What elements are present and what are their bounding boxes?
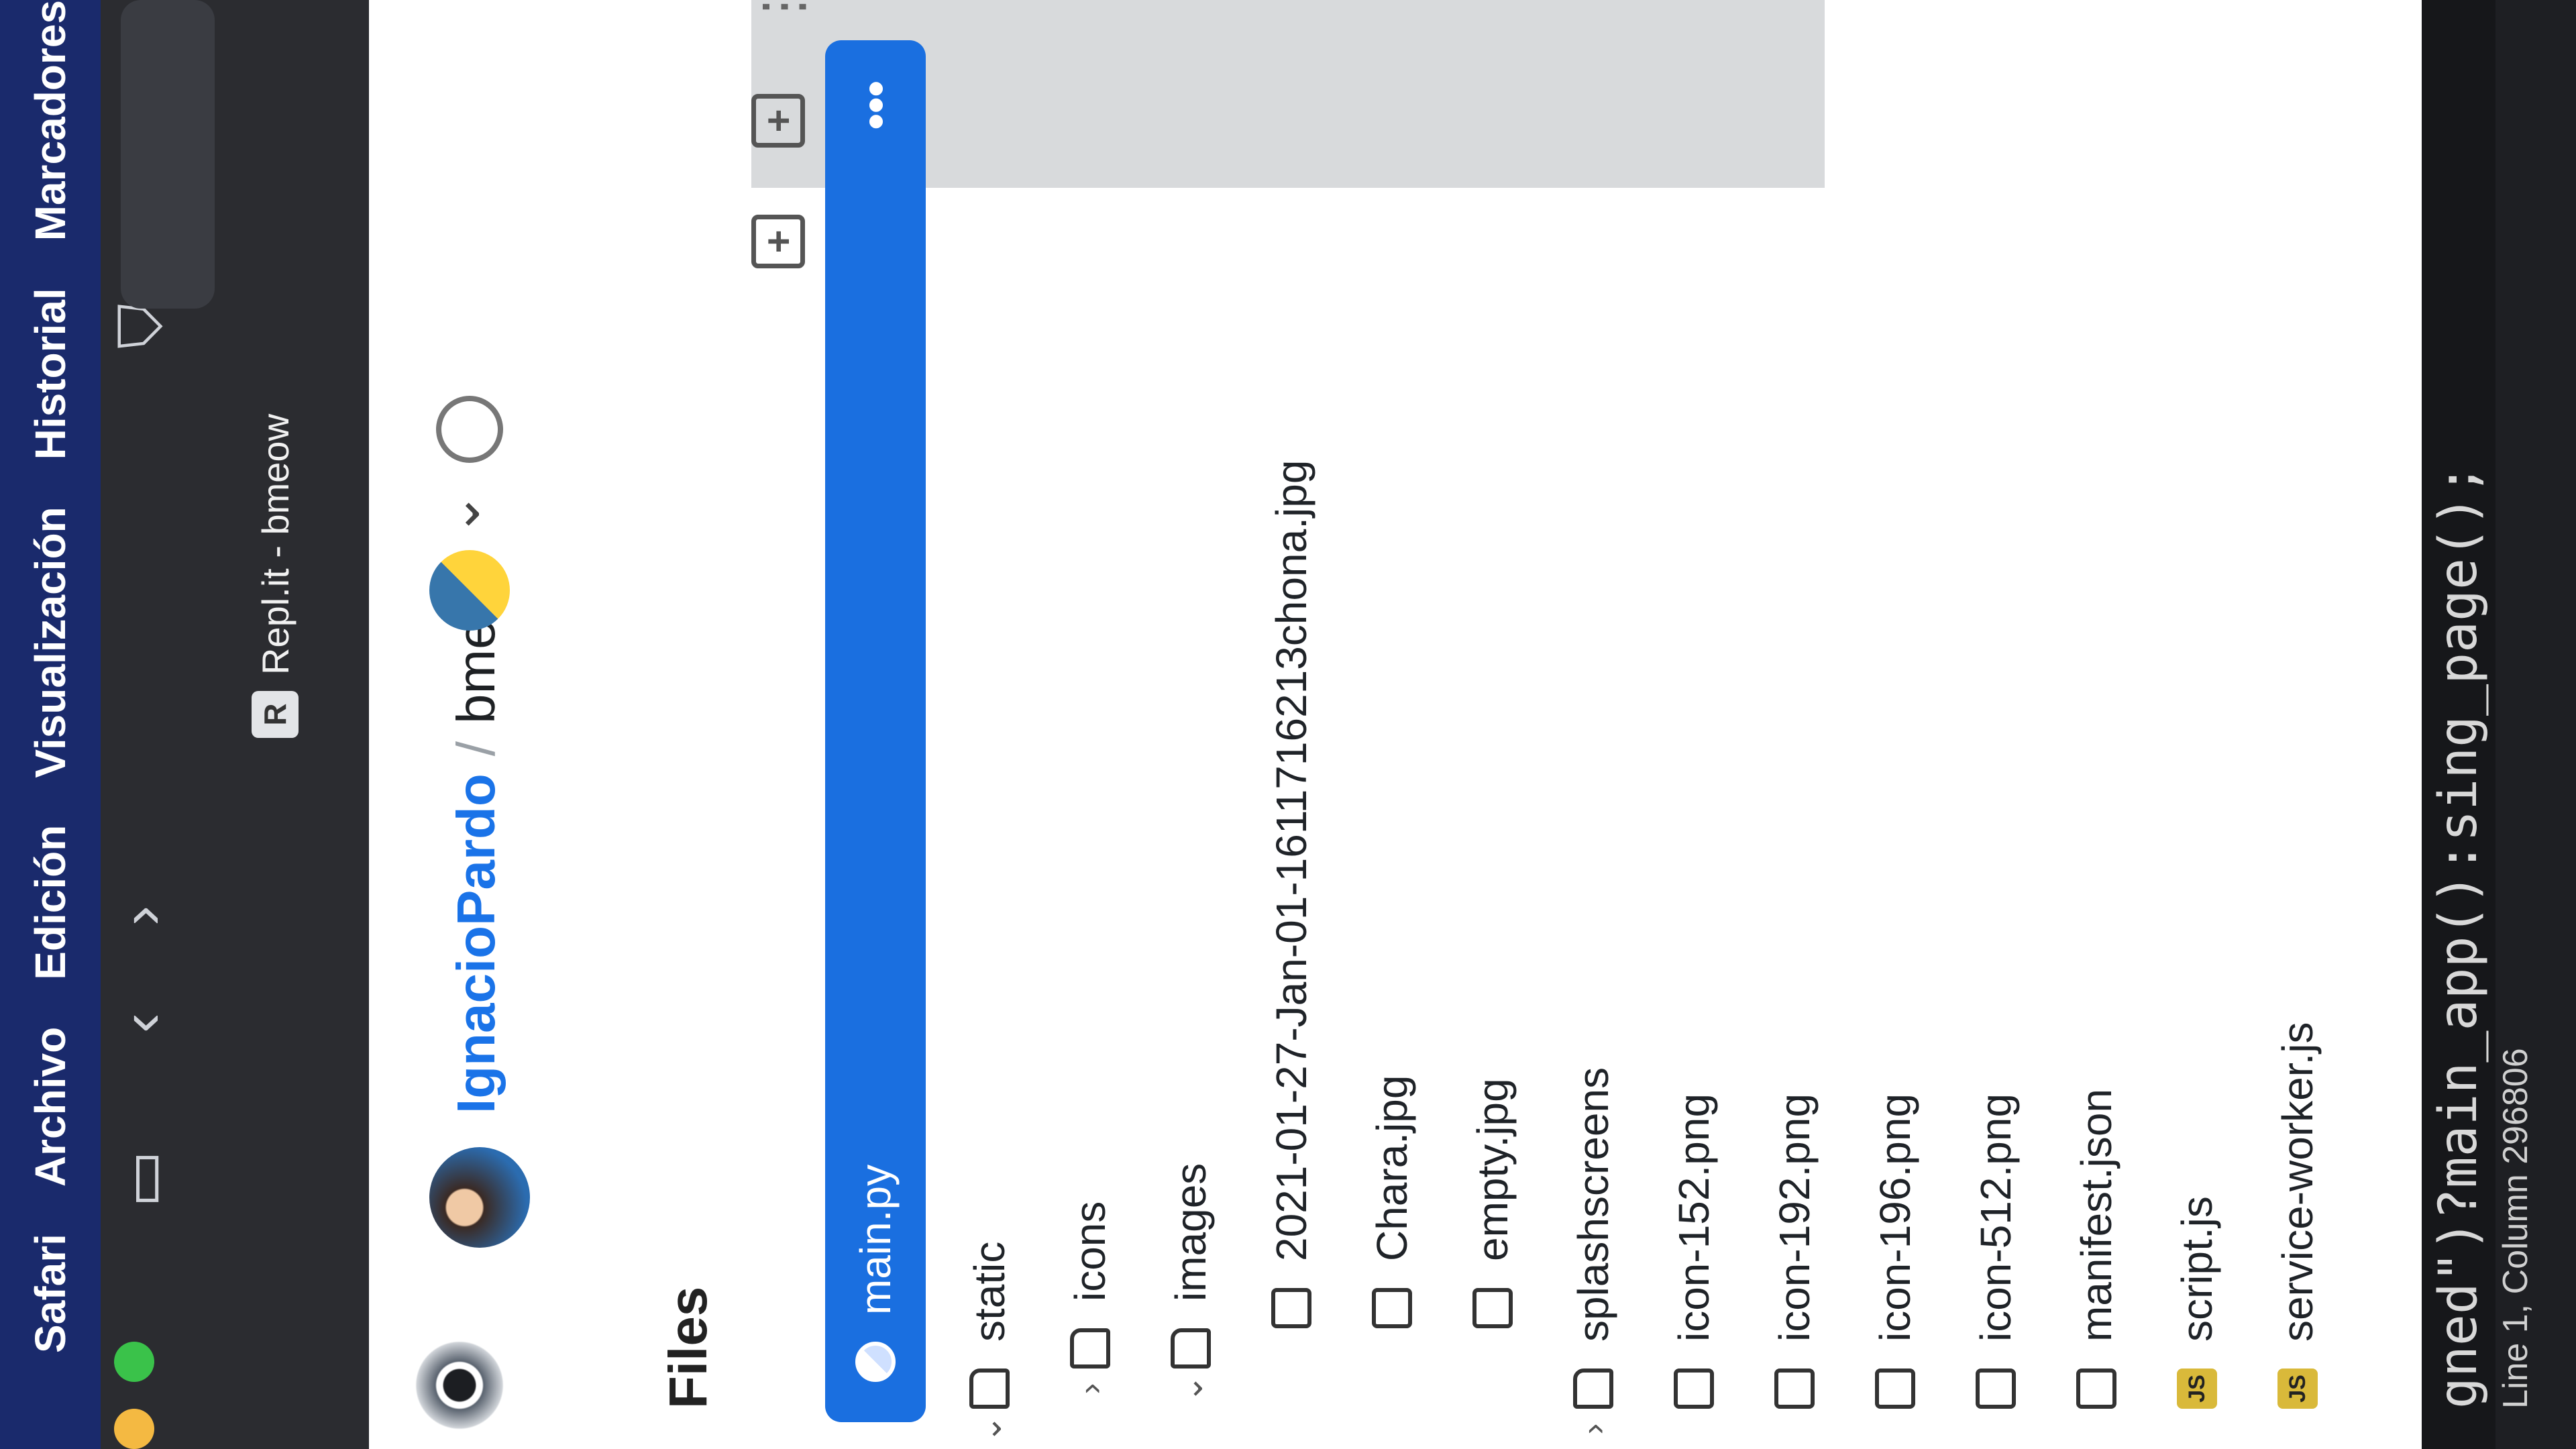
minimize-window-button[interactable] [114,1409,154,1449]
file-item[interactable]: Chara.jpg [1342,0,1442,1449]
chevron-right-icon[interactable]: › [1071,1368,1110,1409]
add-file-icon[interactable]: + [751,215,805,268]
folder-icon [1070,1328,1110,1368]
menu-marcadores[interactable]: Marcadores [25,0,75,241]
python-language-icon [429,550,510,631]
add-folder-icon[interactable]: + [751,94,805,148]
file-item[interactable]: icon-192.png [1744,0,1845,1449]
zoom-window-button[interactable] [114,1342,154,1382]
browser-tab[interactable]: R Repl.it - bmeow [241,414,309,738]
menu-app-safari[interactable]: Safari [25,1234,75,1353]
back-icon[interactable]: ‹ [107,1013,176,1033]
breadcrumb: IgnacioPardo / bmeow [436,551,517,1114]
folder-item-icons[interactable]: › icons [1040,0,1140,1449]
folder-item-images[interactable]: ⌄ images [1140,0,1241,1449]
replit-logo-icon[interactable] [409,1335,510,1436]
chevron-down-icon[interactable]: ⌄ [1171,1368,1210,1409]
file-name: static [965,1241,1014,1342]
file-item[interactable]: icon-512.png [1945,0,2046,1449]
file-item[interactable]: icon-196.png [1845,0,1945,1449]
code-line[interactable]: gned")?main_app():sing_page(); [2422,0,2496,1449]
folder-icon [1573,1368,1613,1409]
chevron-down-icon[interactable]: ⌄ [429,492,492,537]
file-item[interactable]: 2021-01-27-Jan-01-1611716213chona.jpg [1241,0,1342,1449]
cursor-position-status: Line 1, Column 296806 [2496,1048,2535,1409]
breadcrumb-user-link[interactable]: IgnacioPardo [445,773,507,1114]
chevron-down-icon[interactable]: ⌄ [970,1409,1009,1449]
breadcrumb-separator: / [446,741,506,757]
more-options-icon[interactable]: ⋮ [751,0,814,34]
file-item[interactable]: empty.jpg [1442,0,1543,1449]
file-icon [1674,1368,1714,1409]
forward-icon[interactable]: › [107,906,176,926]
file-icon [1875,1368,1915,1409]
history-icon[interactable] [436,396,503,463]
file-name: service-worker.js [2273,1022,2322,1342]
file-item[interactable]: icon-152.png [1644,0,1744,1449]
file-item[interactable]: JS service-worker.js [2247,0,2348,1449]
file-icon [2076,1368,2116,1409]
file-name: icon-192.png [1770,1093,1819,1342]
menu-historial[interactable]: Historial [25,288,75,460]
file-name: icon-196.png [1871,1093,1919,1342]
folder-item-splashscreens[interactable]: › splashscreens [1543,0,1644,1449]
file-name: main.py [851,1164,900,1315]
file-item[interactable]: manifest.json [2046,0,2147,1449]
menu-archivo[interactable]: Archivo [25,1027,75,1187]
folder-icon [969,1368,1010,1409]
file-name: script.js [2173,1196,2221,1342]
javascript-file-icon: JS [2177,1368,2217,1409]
shield-icon[interactable]: ⛉ [107,304,177,350]
file-name: icon-512.png [1972,1093,2020,1342]
files-panel-title: Files [658,1286,718,1409]
file-name: images [1167,1163,1215,1301]
file-name: splashscreens [1569,1067,1617,1342]
chevron-right-icon[interactable]: › [1574,1409,1613,1449]
file-item-main-py[interactable]: main.py ••• [825,40,926,1422]
file-name: 2021-01-27-Jan-01-1611716213chona.jpg [1267,460,1316,1261]
menu-visualizacion[interactable]: Visualización [25,506,75,777]
file-icon [1774,1368,1815,1409]
file-item[interactable]: JS script.js [2147,0,2247,1449]
tab-title: Repl.it - bmeow [254,413,297,675]
file-icon [1271,1288,1311,1328]
more-options-icon[interactable]: ••• [849,80,902,130]
menu-edicion[interactable]: Edición [25,825,75,980]
avatar[interactable] [429,1147,530,1248]
python-file-icon [855,1342,896,1382]
file-name: Chara.jpg [1368,1075,1416,1262]
replit-favicon-icon: R [252,691,299,738]
file-icon [1976,1368,2016,1409]
folder-item-static[interactable]: ⌄ static [939,0,1040,1449]
macos-menubar: Safari Archivo Edición Visualización His… [0,0,101,1449]
file-name: icons [1066,1201,1114,1301]
address-bar[interactable] [121,0,215,309]
file-name: manifest.json [2072,1088,2121,1342]
file-icon [1472,1288,1513,1328]
file-name: empty.jpg [1468,1078,1517,1261]
folder-icon [1171,1328,1211,1368]
file-name: icon-152.png [1670,1093,1718,1342]
javascript-file-icon: JS [2277,1368,2318,1409]
file-icon [1372,1288,1412,1328]
sidebar-toggle-icon[interactable]: ▭ [107,1150,178,1208]
screen: Safari Archivo Edición Visualización His… [0,0,2576,1449]
